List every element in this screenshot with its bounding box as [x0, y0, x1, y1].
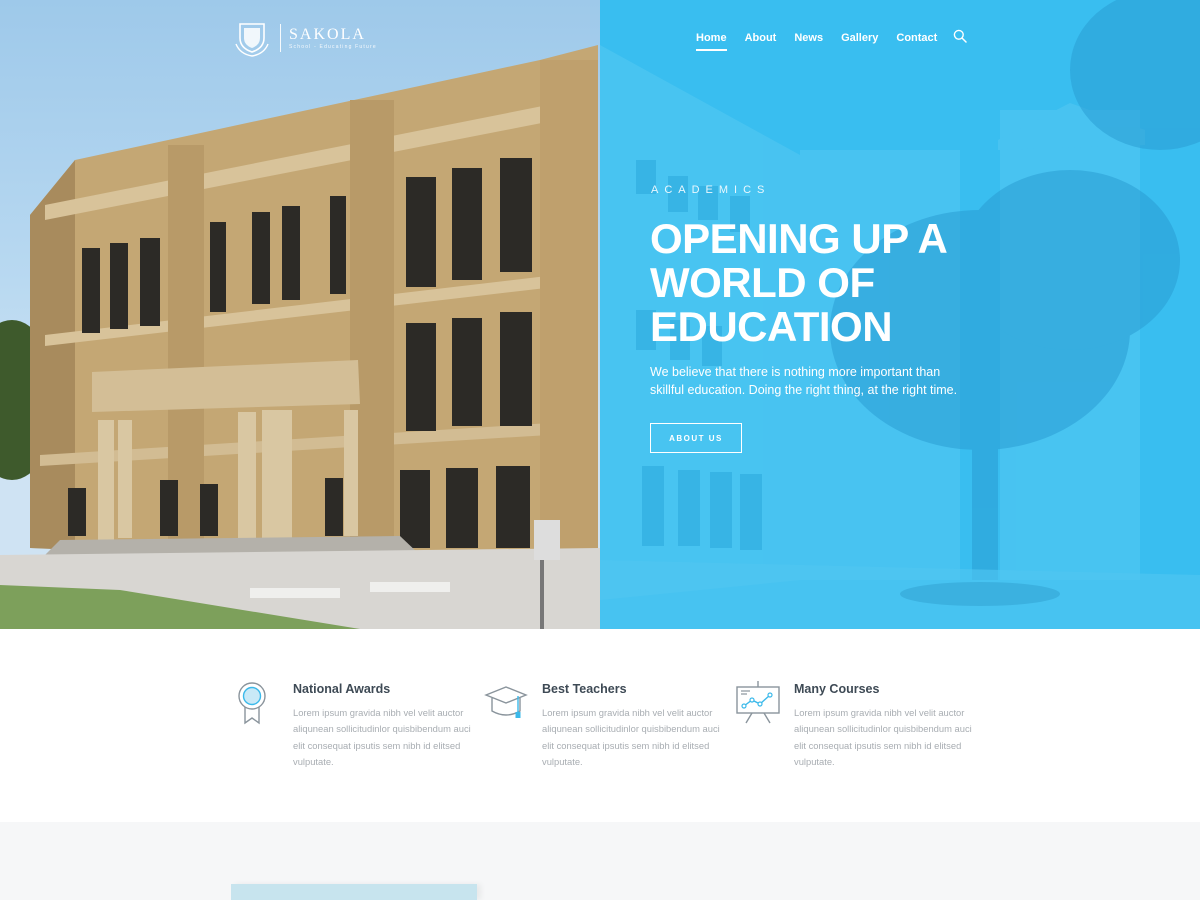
feature-title: Best Teachers — [542, 682, 627, 696]
brand-name: SAKOLA — [289, 26, 366, 43]
hero-headline-line: EDUCATION — [650, 303, 893, 350]
brand-logo[interactable]: SAKOLA School - Educating Future — [232, 18, 377, 58]
graduation-cap-icon — [484, 686, 528, 718]
hero-section: SAKOLA School - Educating Future Home Ab… — [0, 0, 1200, 629]
image-card — [231, 884, 477, 900]
about-us-button[interactable]: ABOUT US — [650, 423, 742, 453]
nav-item-news[interactable]: News — [794, 32, 823, 44]
next-section — [0, 822, 1200, 900]
award-medal-icon — [238, 682, 266, 725]
feature-text: Lorem ipsum gravida nibh vel velit aucto… — [542, 707, 720, 768]
nav-item-about[interactable]: About — [745, 32, 777, 44]
logo-divider — [280, 24, 281, 52]
brand-text: SAKOLA School - Educating Future — [289, 26, 377, 50]
feature-title: National Awards — [293, 682, 391, 696]
feature-text: Lorem ipsum gravida nibh vel velit aucto… — [293, 707, 471, 768]
hero-headline-line: WORLD OF — [650, 259, 875, 306]
main-nav: Home About News Gallery Contact — [696, 29, 968, 51]
crest-icon — [235, 23, 269, 57]
feature-title: Many Courses — [794, 682, 880, 696]
nav-item-gallery[interactable]: Gallery — [841, 32, 878, 44]
brand-tagline: School - Educating Future — [289, 44, 377, 50]
hero-eyebrow: ACADEMICS — [651, 184, 771, 196]
features-section: National Awards Lorem ipsum gravida nibh… — [0, 629, 1200, 822]
hero-photo-building — [0, 0, 600, 629]
nav-item-home[interactable]: Home — [696, 32, 727, 51]
hero-headline: OPENING UP A WORLD OF EDUCATION — [650, 217, 1010, 349]
nav-item-contact[interactable]: Contact — [896, 32, 937, 44]
hero-headline-line: OPENING UP A — [650, 215, 948, 262]
hero-lead-text: We believe that there is nothing more im… — [650, 365, 958, 397]
feature-text: Lorem ipsum gravida nibh vel velit aucto… — [794, 707, 972, 768]
search-icon[interactable] — [953, 29, 968, 43]
presentation-board-icon — [736, 681, 780, 724]
